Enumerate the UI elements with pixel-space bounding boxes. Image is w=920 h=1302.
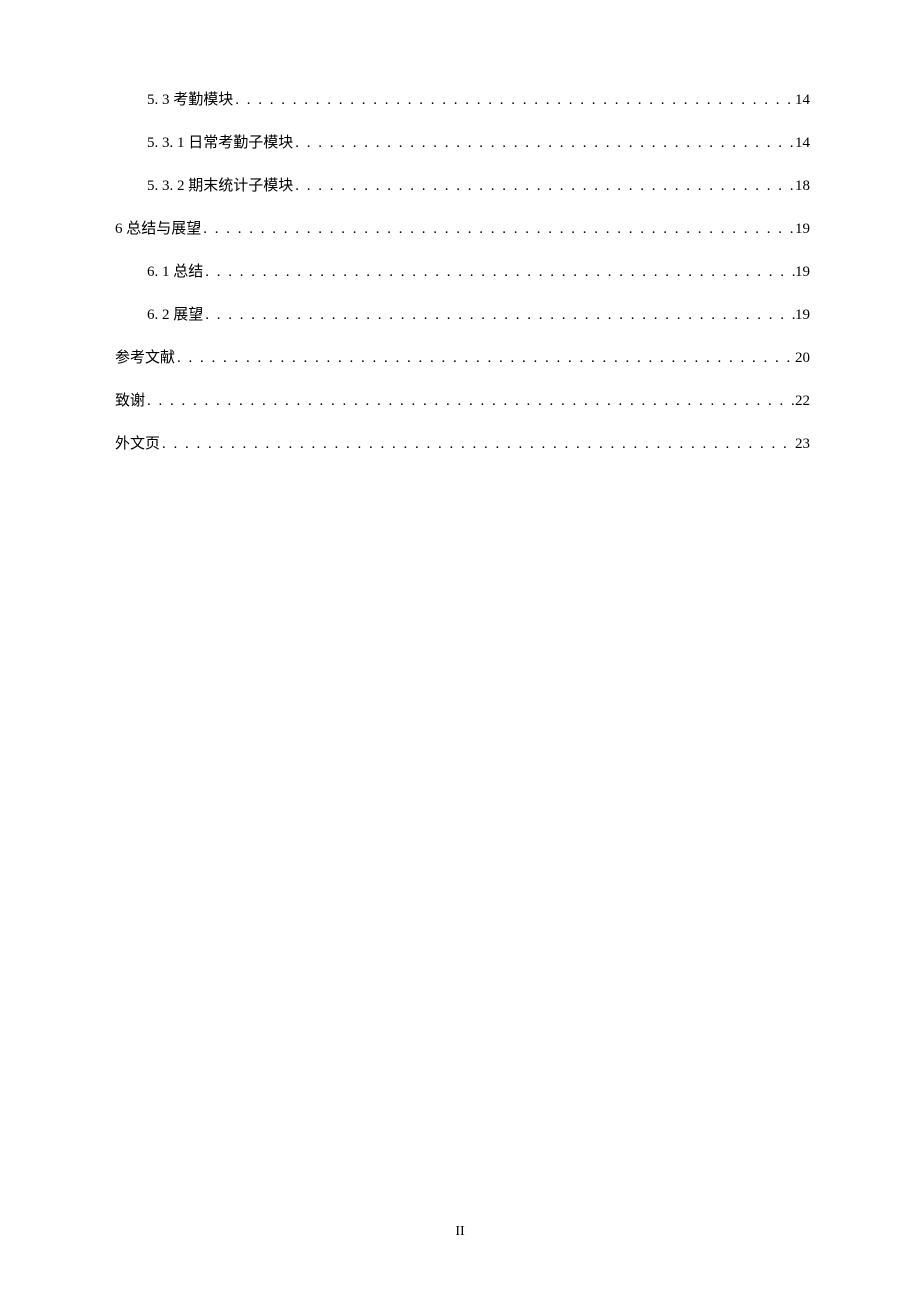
toc-page-number: 14 — [795, 92, 810, 109]
toc-page-number: 19 — [795, 221, 810, 238]
toc-label: 5. 3. 1 日常考勤子模块 — [147, 131, 293, 152]
table-of-contents: 5. 3 考勤模块 14 5. 3. 1 日常考勤子模块 14 5. 3. 2 … — [115, 88, 810, 453]
toc-entry: 6 总结与展望 19 — [115, 217, 810, 238]
toc-dots — [201, 221, 795, 238]
toc-label: 5. 3. 2 期末统计子模块 — [147, 174, 293, 195]
toc-label: 外文页 — [115, 432, 160, 453]
toc-dots — [160, 436, 795, 453]
toc-dots — [145, 393, 795, 410]
toc-entry: 5. 3. 2 期末统计子模块 18 — [115, 174, 810, 195]
toc-entry: 外文页 23 — [115, 432, 810, 453]
toc-page-number: 18 — [795, 178, 810, 195]
toc-label: 6 总结与展望 — [115, 217, 201, 238]
toc-label: 参考文献 — [115, 346, 175, 367]
toc-label: 5. 3 考勤模块 — [147, 88, 233, 109]
toc-dots — [233, 92, 795, 109]
toc-label: 6. 1 总结 — [147, 260, 203, 281]
toc-entry: 6. 2 展望 19 — [115, 303, 810, 324]
toc-page-number: 22 — [795, 393, 810, 410]
toc-dots — [293, 178, 795, 195]
toc-page-number: 19 — [795, 264, 810, 281]
toc-entry: 致谢 22 — [115, 389, 810, 410]
toc-dots — [203, 264, 795, 281]
toc-page-number: 14 — [795, 135, 810, 152]
toc-label: 致谢 — [115, 389, 145, 410]
toc-label: 6. 2 展望 — [147, 303, 203, 324]
toc-dots — [203, 307, 795, 324]
toc-dots — [293, 135, 795, 152]
toc-entry: 6. 1 总结 19 — [115, 260, 810, 281]
toc-page-number: 20 — [795, 350, 810, 367]
document-page: 5. 3 考勤模块 14 5. 3. 1 日常考勤子模块 14 5. 3. 2 … — [0, 0, 920, 535]
toc-entry: 5. 3. 1 日常考勤子模块 14 — [115, 131, 810, 152]
page-number: II — [0, 1224, 920, 1240]
toc-entry: 5. 3 考勤模块 14 — [115, 88, 810, 109]
toc-dots — [175, 350, 795, 367]
toc-page-number: 19 — [795, 307, 810, 324]
toc-entry: 参考文献 20 — [115, 346, 810, 367]
toc-page-number: 23 — [795, 436, 810, 453]
